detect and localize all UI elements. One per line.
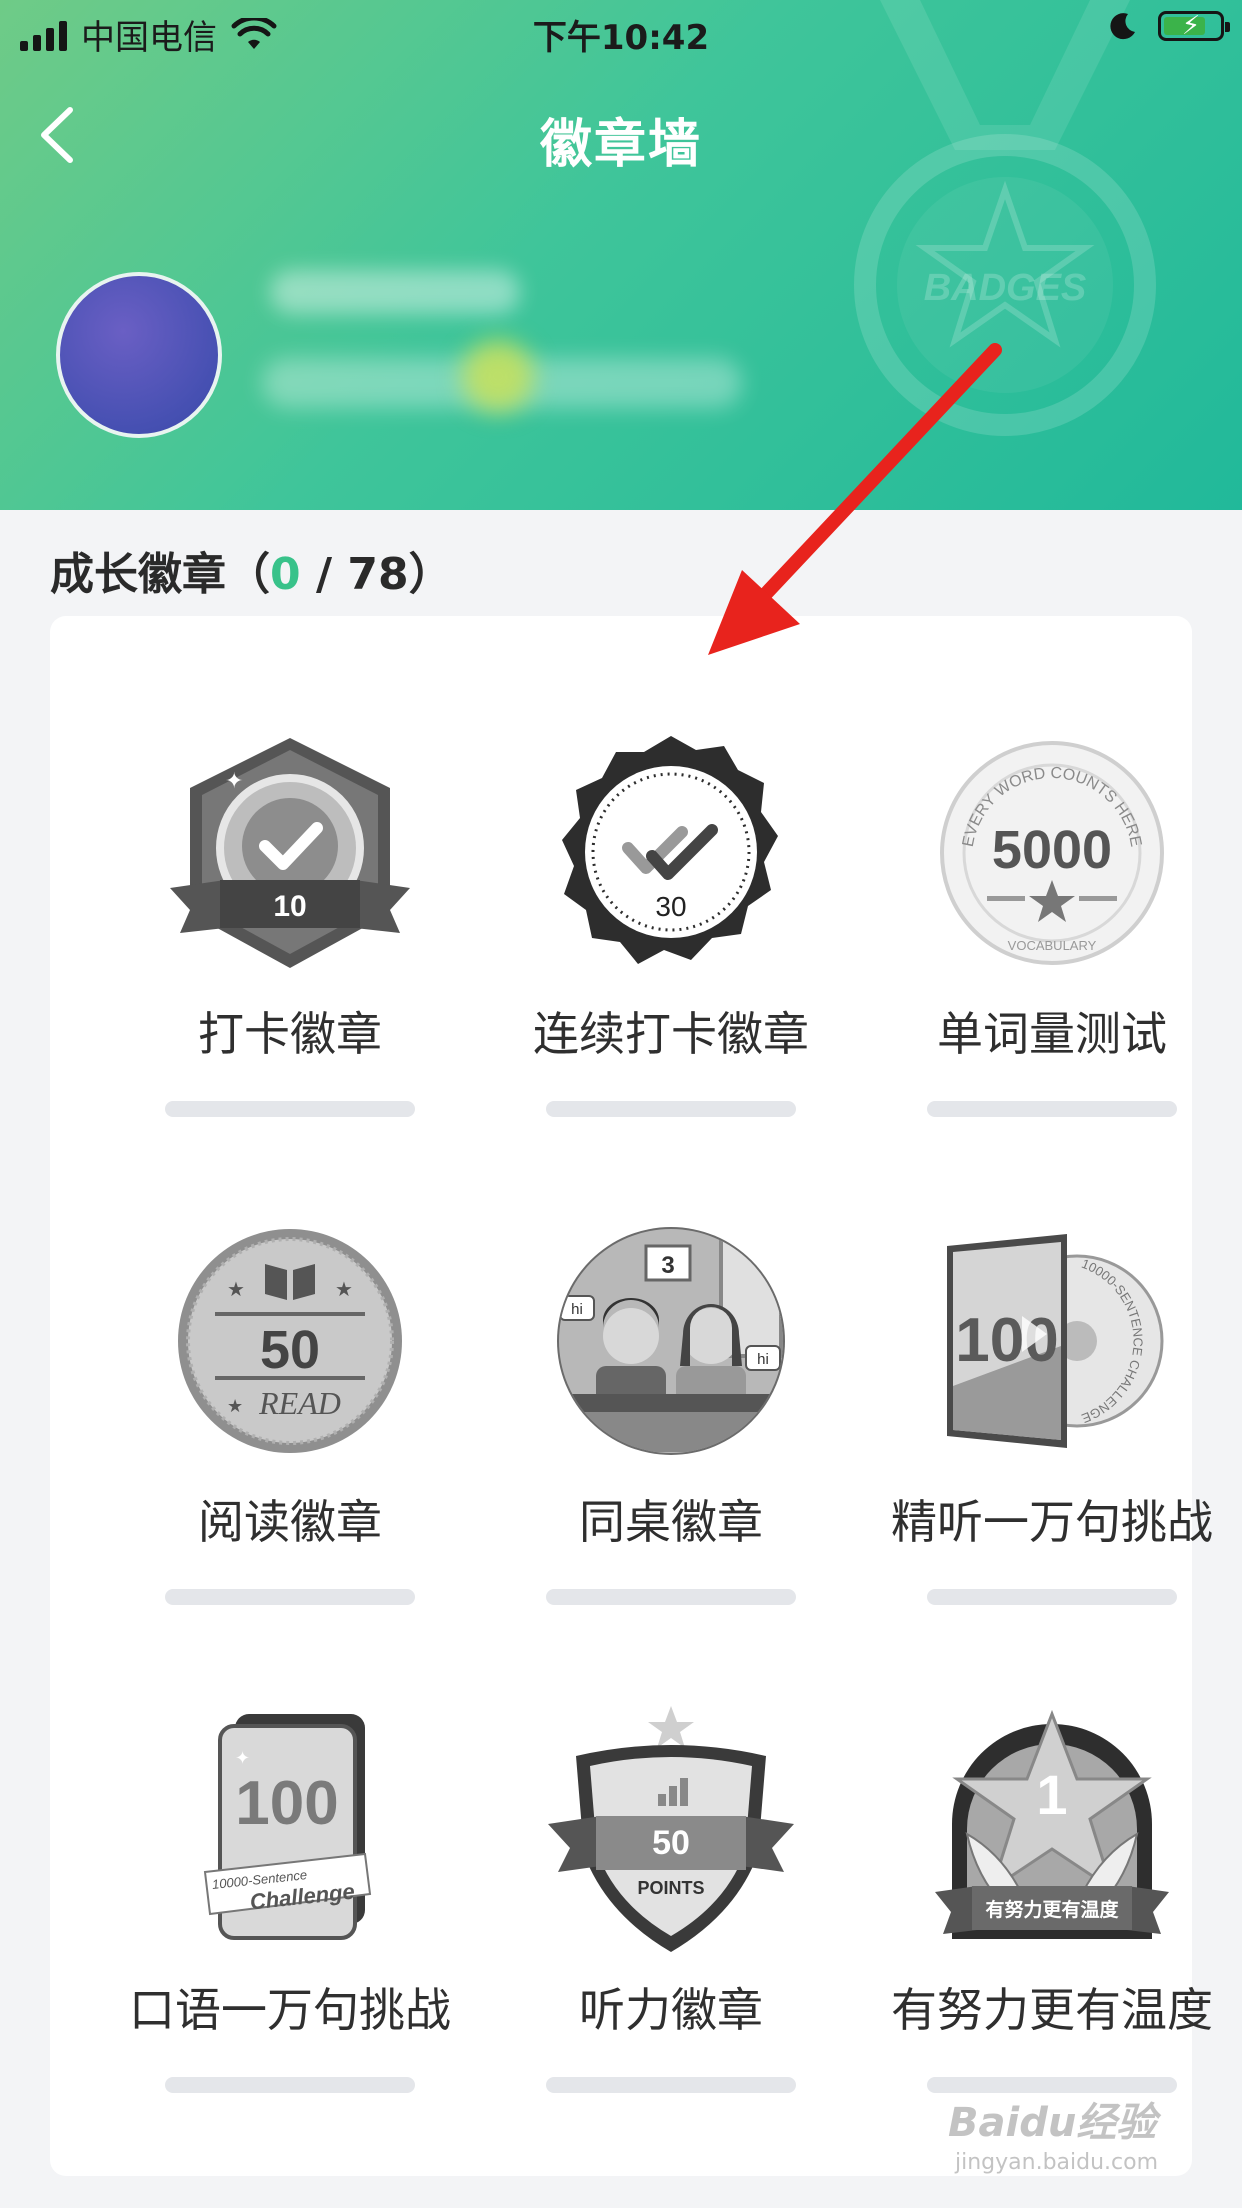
badge-progress-bar (927, 1101, 1177, 1117)
status-bar: 中国电信 下午10:42 ⚡ (0, 0, 1242, 64)
badge-item[interactable]: 3 hi hi 同桌徽章 (481, 1216, 861, 1636)
vocabulary-coin-icon: EVERY WORD COUNTS HERE 5000 VOCABULARY (940, 741, 1164, 965)
svg-text:50: 50 (652, 1824, 690, 1862)
badge-grid: 10 ✦ 打卡徽章 30 连续打卡徽章 EVERY WORD COUNTS HE… (50, 616, 1213, 2176)
svg-text:3: 3 (661, 1252, 674, 1279)
badge-name: 精听一万句挑战 (891, 1495, 1213, 1549)
badge-progress-bar (165, 2077, 415, 2093)
baidu-watermark-url: jingyan.baidu.com (955, 2150, 1159, 2175)
badge-item[interactable]: 10 ✦ 打卡徽章 (100, 728, 480, 1148)
moon-icon (1110, 13, 1135, 40)
svg-text:★: ★ (227, 1277, 245, 1301)
badge-name: 口语一万句挑战 (129, 1983, 451, 2037)
svg-text:1: 1 (1036, 1763, 1067, 1826)
svg-text:5000: 5000 (992, 820, 1112, 880)
svg-text:✦: ✦ (235, 1748, 250, 1769)
clock: 下午10:42 (532, 18, 710, 58)
star-hands-icon: 1 有努力更有温度 (935, 1709, 1169, 1939)
checkmark-medal-icon: 10 ✦ (170, 738, 410, 968)
badge-name: 有努力更有温度 (891, 1983, 1213, 2037)
svg-text:★: ★ (335, 1277, 353, 1301)
speaking-card-icon: 100 10000-Sentence Challenge ✦ (203, 1714, 372, 1940)
total-count: 78 (347, 549, 409, 600)
svg-text:50: 50 (260, 1320, 320, 1380)
badge-item[interactable]: ★ ★ 50 ★ READ 阅读徽章 (100, 1216, 480, 1636)
medal-label: BADGES (924, 267, 1087, 309)
blurred-level-dot (462, 340, 534, 412)
badge-progress-bar (165, 1101, 415, 1117)
svg-text:hi: hi (571, 1301, 583, 1318)
svg-text:VOCABULARY: VOCABULARY (1008, 938, 1097, 953)
deskmates-icon: 3 hi hi (557, 1227, 785, 1455)
svg-text:★: ★ (227, 1396, 243, 1417)
double-check-seal-icon: 30 (562, 736, 778, 964)
baidu-watermark: Baidu经验 (948, 2100, 1157, 2146)
badge-name: 同桌徽章 (579, 1495, 763, 1549)
badge-progress-bar (546, 1589, 796, 1605)
svg-text:10: 10 (273, 890, 306, 923)
svg-text:READ: READ (258, 1385, 341, 1421)
badge-item[interactable]: 50 POINTS 听力徽章 (481, 1704, 861, 2124)
badge-progress-bar (546, 2077, 796, 2093)
badge-item[interactable]: EVERY WORD COUNTS HERE 5000 VOCABULARY 单… (862, 728, 1242, 1148)
svg-text:30: 30 (655, 891, 686, 922)
badge-item[interactable]: 10000-SENTENCE CHALLENGE 100 精听一万句挑战 (862, 1216, 1242, 1636)
svg-text:✦: ✦ (225, 769, 243, 794)
badge-item[interactable]: 100 10000-Sentence Challenge ✦ 口语一万句挑战 (100, 1704, 480, 2124)
avatar[interactable] (56, 272, 222, 438)
listening-record-icon: 10000-SENTENCE CHALLENGE 100 (947, 1234, 1164, 1448)
badge-item[interactable]: 1 有努力更有温度 有努力更有温度 (862, 1704, 1242, 2124)
badge-item[interactable]: 30 连续打卡徽章 (481, 728, 861, 1148)
badge-name: 单词量测试 (937, 1007, 1167, 1061)
battery-icon: ⚡ (1158, 11, 1230, 41)
badge-progress-bar (546, 1101, 796, 1117)
badge-progress-bar (165, 1589, 415, 1605)
blurred-username (270, 270, 520, 314)
earned-count: 0 (270, 549, 301, 600)
svg-text:POINTS: POINTS (637, 1878, 704, 1898)
badge-name: 听力徽章 (579, 1983, 763, 2037)
svg-text:100: 100 (955, 1306, 1058, 1375)
shield-points-icon: 50 POINTS (548, 1706, 794, 1952)
badge-name: 打卡徽章 (198, 1007, 382, 1061)
badge-name: 阅读徽章 (198, 1495, 382, 1549)
profile-header: BADGES 中国电信 下午10:42 ⚡ 徽章墙 (0, 0, 1242, 510)
svg-text:hi: hi (757, 1351, 769, 1368)
page-title: 徽章墙 (539, 115, 702, 175)
svg-text:有努力更有温度: 有努力更有温度 (985, 1898, 1119, 1921)
badge-progress-bar (927, 1589, 1177, 1605)
book-coin-icon: ★ ★ 50 ★ READ (178, 1229, 402, 1453)
badge-name: 连续打卡徽章 (533, 1007, 809, 1061)
medal-watermark-icon: BADGES (854, 0, 1156, 436)
section-title: 成长徽章（0 / 78） (50, 549, 453, 600)
svg-text:100: 100 (235, 1769, 338, 1838)
